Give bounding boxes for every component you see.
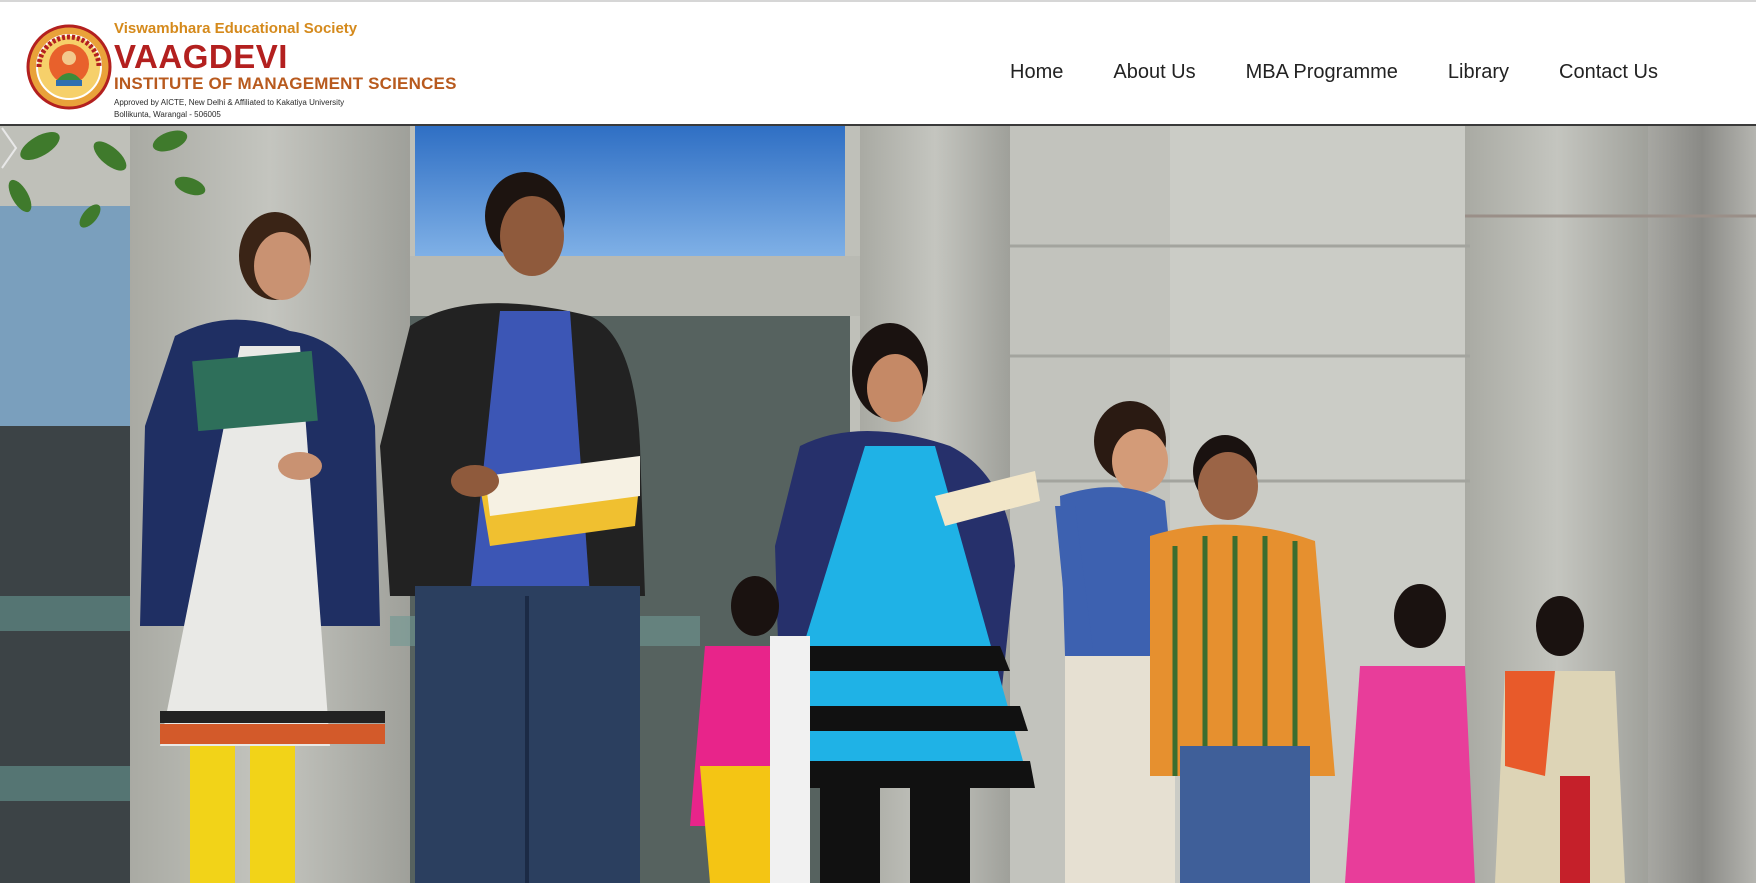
campus-students-photo xyxy=(0,126,1756,883)
nav-mba-programme[interactable]: MBA Programme xyxy=(1246,61,1398,84)
nav-home[interactable]: Home xyxy=(1010,61,1063,84)
vaagdevi-seal-icon xyxy=(26,24,112,110)
main-navigation: Home About Us MBA Programme Library Cont… xyxy=(1010,52,1658,92)
nav-about-us[interactable]: About Us xyxy=(1113,61,1195,84)
hero-slider xyxy=(0,126,1756,883)
brand-logo[interactable]: Viswambhara Educational Society VAAGDEVI… xyxy=(26,18,466,119)
society-name: Viswambhara Educational Society xyxy=(114,20,358,37)
site-header: Viswambhara Educational Society VAAGDEVI… xyxy=(0,0,1756,126)
chevron-right-icon[interactable] xyxy=(0,126,18,170)
nav-contact-us[interactable]: Contact Us xyxy=(1559,61,1658,84)
nav-library[interactable]: Library xyxy=(1448,61,1509,84)
institute-name: VAAGDEVI xyxy=(114,38,288,75)
address-text: Bollikunta, Warangal - 506005 xyxy=(114,110,221,119)
institute-subtitle: INSTITUTE OF MANAGEMENT SCIENCES xyxy=(114,74,457,93)
approval-text: Approved by AICTE, New Delhi & Affiliate… xyxy=(114,98,345,107)
